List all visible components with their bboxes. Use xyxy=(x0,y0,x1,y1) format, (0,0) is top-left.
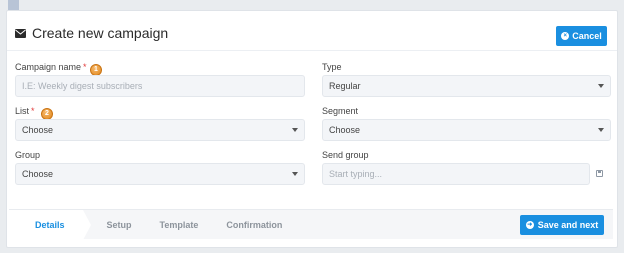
campaign-name-label: Campaign name * xyxy=(15,62,87,72)
list-label: List * xyxy=(15,106,35,116)
floppy-disk-icon xyxy=(595,169,603,177)
step-confirmation[interactable]: Confirmation xyxy=(212,210,296,240)
chevron-down-icon xyxy=(598,84,604,88)
send-group-input[interactable]: Start typing... xyxy=(322,163,590,185)
cancel-button-label: Cancel xyxy=(572,31,602,41)
wizard-footer: Details Setup Template Confirmation ➜ Sa… xyxy=(9,209,613,240)
list-select-value: Choose xyxy=(22,125,54,135)
chevron-down-icon xyxy=(292,172,298,176)
required-marker: * xyxy=(83,62,87,72)
save-and-next-button[interactable]: ➜ Save and next xyxy=(520,215,604,235)
step-setup[interactable]: Setup xyxy=(83,210,146,240)
campaign-name-label-text: Campaign name xyxy=(15,62,82,72)
segment-select-value: Choose xyxy=(329,125,361,135)
envelope-icon xyxy=(15,28,26,38)
required-marker: * xyxy=(31,106,35,116)
step-details[interactable]: Details xyxy=(9,210,90,240)
group-select[interactable]: Choose xyxy=(15,163,305,185)
chevron-down-icon xyxy=(598,128,604,132)
header-divider xyxy=(7,50,617,51)
save-group-button[interactable] xyxy=(588,162,610,184)
group-label: Group xyxy=(15,150,41,160)
cancel-icon: × xyxy=(561,32,570,40)
list-select[interactable]: Choose xyxy=(15,119,305,141)
page-title: Create new campaign xyxy=(32,25,169,41)
type-label: Type xyxy=(322,62,342,72)
save-and-next-label: Save and next xyxy=(537,220,599,230)
wizard-steps: Details Setup Template Confirmation xyxy=(9,210,296,240)
segment-label: Segment xyxy=(322,106,359,116)
list-label-text: List xyxy=(15,106,30,116)
chevron-down-icon xyxy=(292,128,298,132)
campaign-name-input[interactable]: I.E: Weekly digest subscribers xyxy=(15,75,305,97)
page-header: Create new campaign xyxy=(15,25,168,41)
group-select-value: Choose xyxy=(22,169,54,179)
step-template[interactable]: Template xyxy=(146,210,213,240)
type-select[interactable]: Regular xyxy=(322,75,611,97)
send-group-label: Send group xyxy=(322,150,369,160)
segment-select[interactable]: Choose xyxy=(322,119,611,141)
cancel-button[interactable]: × Cancel xyxy=(556,26,607,46)
arrow-right-icon: ➜ xyxy=(525,221,534,229)
type-select-value: Regular xyxy=(329,81,361,91)
